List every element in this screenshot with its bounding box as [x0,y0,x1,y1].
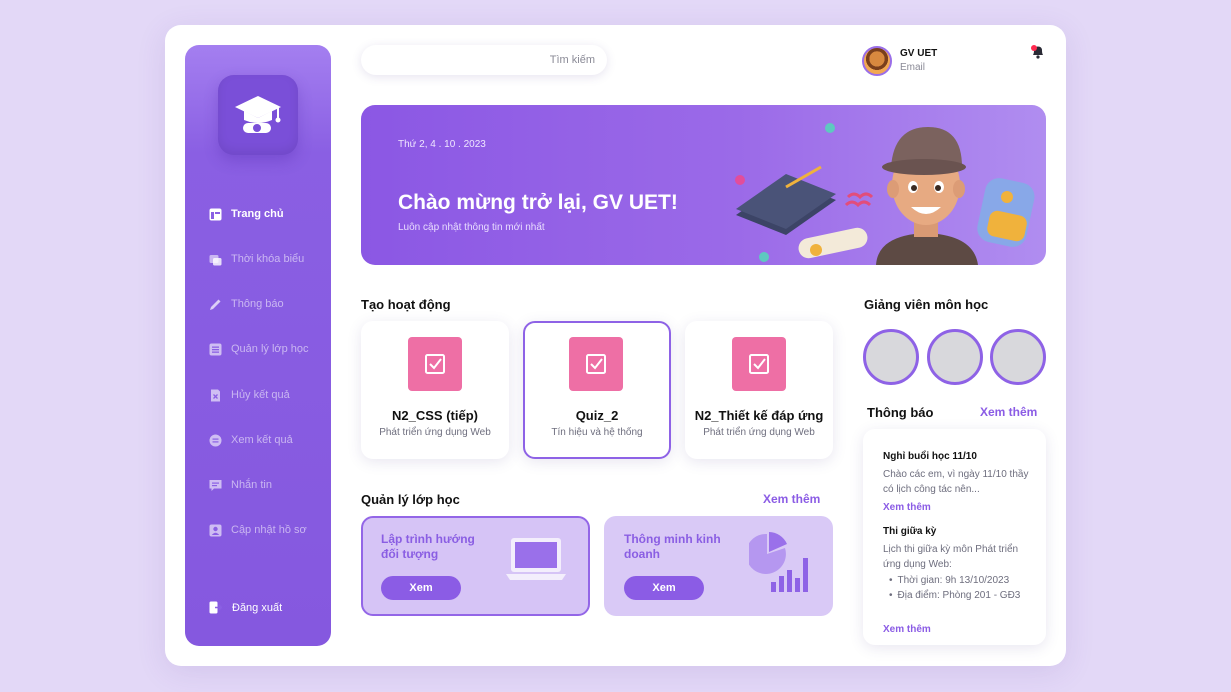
class-title: Lập trình hướng đối tượng [381,532,475,561]
sidebar-item-schedule[interactable]: Thời khóa biểu [208,249,304,269]
sidebar-item-label: Thông báo [231,298,284,310]
user-profile[interactable]: GV UET Email [862,45,937,77]
activity-card[interactable]: N2_Thiết kế đáp ứng Phát triển ứng dụng … [685,321,833,459]
graduation-logo-icon [218,75,298,155]
notification-bell-icon[interactable] [1030,44,1046,60]
activity-course: Phát triển ứng dụng Web [703,427,815,438]
banner-title: Chào mừng trở lại, GV UET! [398,191,678,214]
sidebar-item-update-profile[interactable]: Cập nhật hồ sơ [208,520,307,540]
search-bar[interactable] [361,45,607,75]
lecturer-avatar[interactable] [863,329,919,385]
search-input[interactable] [395,54,595,66]
notification-title: Nghỉ buổi học 11/10 [883,451,977,462]
sidebar-item-label: Cập nhật hồ sơ [231,524,307,536]
notification-body: Chào các em, vì ngày 11/10 thầy có lịch … [883,469,1029,495]
classes-title: Quản lý lớp học [361,492,460,507]
notifications-see-more-link[interactable]: Xem thêm [980,405,1037,419]
analytics-chart-icon [749,532,808,592]
welcome-banner: Thứ 2, 4 . 10 . 2023 Chào mừng trở lại, … [361,105,1046,265]
list-icon [208,342,222,356]
activity-card[interactable]: N2_CSS (tiếp) Phát triển ứng dụng Web [361,321,509,459]
lecturer-avatar[interactable] [990,329,1046,385]
pencil-icon [208,297,222,311]
activity-name: Quiz_2 [575,408,619,423]
teacher-illustration [735,123,1035,265]
results-icon [208,433,222,447]
checkbox-icon [408,337,462,391]
chat-icon [208,478,222,492]
activities-title: Tạo hoạt động [361,297,451,312]
banner-subtitle: Luôn cập nhật thông tin mới nhất [398,222,545,233]
sidebar-item-label: Thời khóa biểu [231,253,305,265]
logout-icon [209,601,223,615]
notifications-title: Thông báo [867,405,934,420]
sidebar-item-messages[interactable]: Nhắn tin [208,475,272,495]
view-class-button[interactable]: Xem [624,576,704,600]
notification-bullets: Thời gian: 9h 13/10/2023 Địa điểm: Phòng… [889,573,1039,603]
activity-name: N2_Thiết kế đáp ứng [694,408,824,423]
sidebar-item-label: Trang chủ [231,208,284,220]
cancel-file-icon [208,388,222,402]
lecturer-avatar[interactable] [927,329,983,385]
activity-card[interactable]: Quiz_2 Tín hiệu và hệ thống [523,321,671,459]
user-email: Email [900,62,926,73]
sidebar-item-notifications[interactable]: Thông báo [208,294,284,314]
notification-see-more-link[interactable]: Xem thêm [883,502,931,513]
notification-body: Lịch thi giữa kỳ môn Phát triển ứng dụng… [883,544,1019,570]
activity-name: N2_CSS (tiếp) [392,408,478,423]
schedule-icon [208,252,222,266]
user-name: GV UET [900,48,938,59]
classes-see-more-link[interactable]: Xem thêm [763,492,820,506]
class-card[interactable]: Thông minh kinh doanh Xem [604,516,833,616]
sidebar-item-home[interactable]: Trang chủ [208,204,284,224]
activity-course: Phát triển ứng dụng Web [379,427,491,438]
laptop-icon [506,538,566,580]
checkbox-icon [569,337,623,391]
notification-title: Thi giữa kỳ [883,526,937,537]
sidebar-item-class-management[interactable]: Quản lý lớp học [208,339,309,359]
logout-label: Đăng xuất [232,602,283,614]
notification-bullet: Thời gian: 9h 13/10/2023 [889,573,1039,588]
notifications-panel: Nghỉ buổi học 11/10 Chào các em, vì ngày… [863,429,1046,645]
notification-bullet: Địa điểm: Phòng 201 - GĐ3 [889,588,1039,603]
class-title: Thông minh kinh doanh [624,532,721,561]
home-icon [208,207,222,221]
logout-button[interactable]: Đăng xuất [209,598,282,618]
profile-icon [208,523,222,537]
avatar[interactable] [862,46,892,76]
sidebar-item-label: Xem kết quả [231,434,293,446]
sidebar-item-cancel-results[interactable]: Hủy kết quả [208,385,290,405]
activity-course: Tín hiệu và hệ thống [551,427,643,438]
dashboard-window: Trang chủ Thời khóa biểu Thông báo Quản … [165,25,1066,666]
sidebar-item-label: Quản lý lớp học [231,343,309,355]
notification-see-more-link[interactable]: Xem thêm [883,624,931,635]
lecturers-title: Giảng viên môn học [864,297,989,312]
sidebar: Trang chủ Thời khóa biểu Thông báo Quản … [185,45,331,646]
sidebar-item-view-results[interactable]: Xem kết quả [208,430,293,450]
sidebar-item-label: Nhắn tin [231,479,272,491]
class-card[interactable]: Lập trình hướng đối tượng Xem [361,516,590,616]
sidebar-item-label: Hủy kết quả [231,389,290,401]
view-class-button[interactable]: Xem [381,576,461,600]
checkbox-icon [732,337,786,391]
banner-date: Thứ 2, 4 . 10 . 2023 [398,139,486,150]
